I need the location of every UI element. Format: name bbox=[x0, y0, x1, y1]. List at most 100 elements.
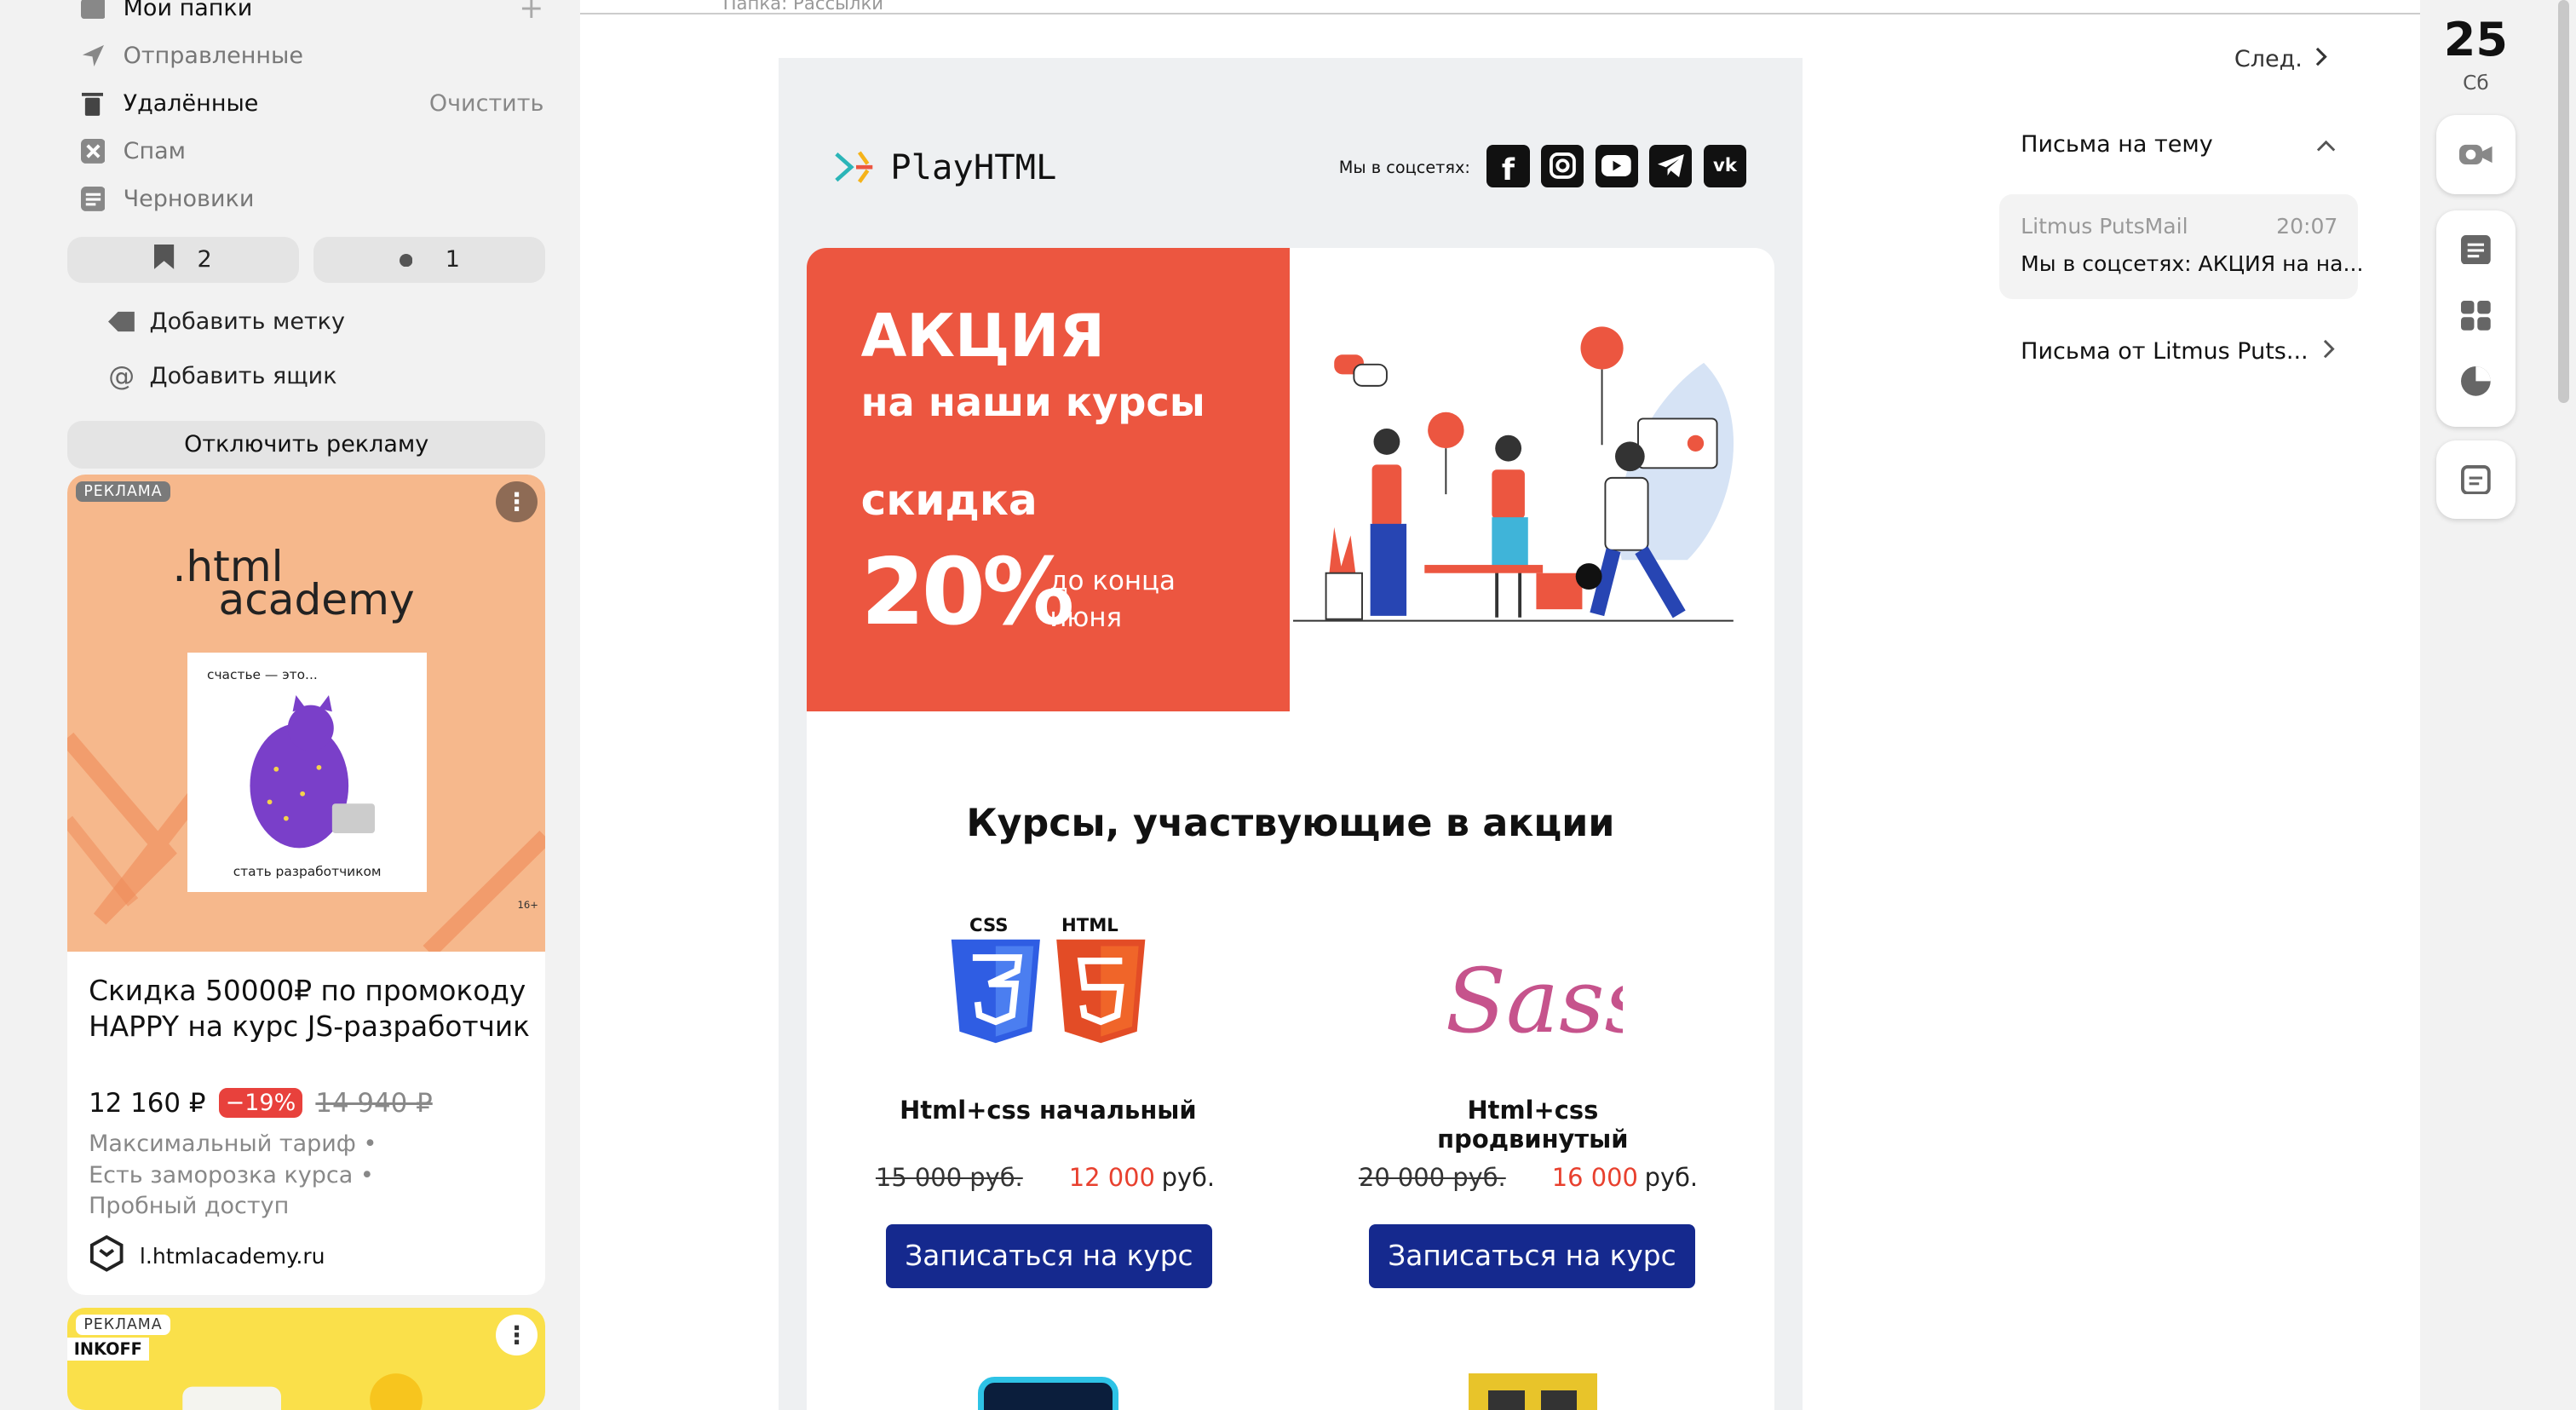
disable-ads-button[interactable]: Отключить рекламу bbox=[67, 420, 546, 469]
thread-sender: Litmus PutsMail bbox=[2021, 213, 2188, 239]
ad-feature: Пробный доступ bbox=[89, 1193, 290, 1220]
ad-feature: Есть заморозка курса • bbox=[89, 1161, 374, 1188]
sass-logo-text: Sass bbox=[1446, 949, 1623, 1053]
apps-group bbox=[2436, 210, 2516, 428]
course-old-price: 15 000 руб. bbox=[875, 1163, 1023, 1193]
youtube-icon[interactable] bbox=[1595, 144, 1638, 187]
thread-time: 20:07 bbox=[2276, 213, 2338, 239]
ad2-image bbox=[182, 1373, 423, 1410]
telegram-icon[interactable] bbox=[1649, 144, 1693, 187]
folder-deleted[interactable]: Удалённые Очистить bbox=[81, 85, 544, 121]
folder-spam[interactable]: Спам bbox=[80, 133, 544, 169]
thread-item[interactable]: Litmus PutsMail 20:07 Мы в соцсетях: АКЦ… bbox=[1999, 193, 2363, 299]
chevron-up-icon bbox=[2316, 131, 2336, 158]
banner-percent: 20% bbox=[860, 539, 1075, 647]
bookmark-icon bbox=[154, 244, 175, 275]
css-html-icon: CSS HTML bbox=[951, 916, 1146, 1044]
trash-icon bbox=[81, 91, 106, 116]
banner-subtitle: на наши курсы bbox=[860, 379, 1205, 426]
instagram-icon[interactable] bbox=[1541, 144, 1584, 187]
add-label-text: Добавить метку bbox=[149, 308, 345, 336]
folder-label: Отправленные bbox=[123, 43, 303, 70]
vk-icon[interactable]: vk bbox=[1703, 144, 1747, 187]
promo-banner: АКЦИЯ на наши курсы скидка 20% до конца … bbox=[806, 248, 1774, 712]
calendar-weekday: Сб bbox=[2463, 72, 2489, 95]
ad-book-top: счастье — это... bbox=[206, 666, 318, 682]
bookmarks-count: 2 bbox=[197, 246, 212, 273]
thread-title: Письма на тему bbox=[2021, 131, 2213, 158]
course-icon-partial bbox=[1469, 1373, 1597, 1410]
add-folder-icon[interactable]: + bbox=[519, 0, 543, 26]
ad-title: Скидка 50000₽ по промокоду HAPPY на курс… bbox=[89, 974, 530, 1044]
course-icon-partial bbox=[977, 1377, 1119, 1410]
course-name: Html+css начальный bbox=[900, 1096, 1197, 1125]
next-email-button[interactable]: След. bbox=[2234, 46, 2329, 72]
add-mailbox-text: Добавить ящик bbox=[149, 363, 337, 390]
video-icon bbox=[2456, 135, 2495, 174]
send-icon bbox=[81, 43, 106, 68]
disk-icon[interactable] bbox=[2456, 361, 2495, 400]
disable-ads-label: Отключить рекламу bbox=[184, 431, 429, 458]
spam-icon bbox=[80, 138, 106, 164]
clear-trash-button[interactable]: Очистить bbox=[429, 90, 544, 117]
folder-sent[interactable]: Отправленные bbox=[81, 37, 544, 73]
logo-text: PlayHTML bbox=[890, 146, 1057, 187]
calendar-day[interactable]: 25 bbox=[2420, 13, 2532, 66]
grid-apps-icon[interactable] bbox=[2456, 296, 2495, 335]
ad-feature: Максимальный тариф • bbox=[89, 1130, 377, 1157]
ad-card-htmlacademy[interactable]: .html academy счастье — это... стать раз… bbox=[67, 475, 546, 1295]
chevron-right-icon bbox=[2315, 46, 2328, 72]
course-name: Html+css продвинутый bbox=[1437, 1096, 1629, 1154]
email-logo[interactable]: PlayHTML bbox=[833, 146, 1057, 187]
unread-dot-icon bbox=[399, 246, 413, 273]
add-mailbox-button[interactable]: @ Добавить ящик bbox=[108, 358, 336, 394]
facebook-icon[interactable]: f bbox=[1486, 144, 1530, 187]
thread-header[interactable]: Письма на тему bbox=[2021, 131, 2336, 158]
enroll-button[interactable]: Записаться на курс bbox=[1368, 1223, 1696, 1288]
drafts-icon bbox=[80, 186, 106, 211]
task-list-icon bbox=[2456, 460, 2495, 499]
ad-menu-icon[interactable]: ⋮ bbox=[496, 481, 538, 523]
folder-drafts[interactable]: Черновики bbox=[80, 181, 544, 216]
folder-label: Спам bbox=[123, 137, 187, 164]
chevron-right-icon bbox=[2323, 338, 2336, 365]
svg-text:HTML: HTML bbox=[1061, 916, 1118, 937]
social-icons: f vk bbox=[1486, 144, 1747, 187]
folder-label: Мои папки bbox=[123, 0, 253, 22]
thread-subject: Мы в соцсетях: АКЦИЯ на на... bbox=[2021, 251, 2364, 277]
banner-title: АКЦИЯ bbox=[860, 302, 1105, 371]
svg-text:CSS: CSS bbox=[969, 916, 1009, 937]
folder-label: Удалённые bbox=[123, 89, 259, 117]
notes-icon[interactable] bbox=[2456, 230, 2495, 269]
course-old-price: 20 000 руб. bbox=[1358, 1163, 1506, 1193]
next-label: След. bbox=[2234, 46, 2303, 72]
emails-from-sender[interactable]: Письма от Litmus Puts... bbox=[2021, 338, 2336, 365]
htmlacademy-favicon-icon bbox=[89, 1235, 124, 1276]
bookmarks-filter[interactable]: 2 bbox=[67, 236, 299, 283]
enroll-button-label: Записаться на курс bbox=[905, 1240, 1193, 1273]
ad-domain-link[interactable]: l.htmlacademy.ru bbox=[89, 1235, 325, 1276]
add-label-button[interactable]: Добавить метку bbox=[108, 304, 345, 340]
ad-book: счастье — это... стать разработчиком bbox=[187, 652, 428, 893]
enroll-button[interactable]: Записаться на курс bbox=[885, 1223, 1213, 1288]
emails-from-label: Письма от Litmus Puts... bbox=[2021, 338, 2309, 365]
sidebar: Мои папки + Отправленные Удалённые Очист… bbox=[0, 0, 580, 1410]
sass-icon: Sass bbox=[1446, 949, 1623, 1053]
telemost-button[interactable] bbox=[2436, 115, 2516, 194]
ad-age: 16+ bbox=[517, 898, 538, 911]
enroll-button-label: Записаться на курс bbox=[1388, 1240, 1676, 1273]
tasks-button[interactable] bbox=[2436, 440, 2516, 520]
ad-badge: РЕКЛАМА bbox=[75, 481, 171, 502]
folder-my-folders[interactable]: Мои папки + bbox=[80, 0, 543, 26]
banner-red-panel: АКЦИЯ на наши курсы скидка 20% до конца … bbox=[806, 248, 1290, 712]
course-new-price: 16 000 bbox=[1551, 1163, 1638, 1193]
course-price-unit: руб. bbox=[1161, 1163, 1216, 1193]
ad-discount-badge: −19% bbox=[218, 1088, 302, 1119]
tag-icon bbox=[108, 310, 138, 333]
scrollbar[interactable] bbox=[2557, 0, 2570, 403]
unread-filter[interactable]: 1 bbox=[313, 236, 546, 283]
ad-badge: РЕКЛАМА bbox=[75, 1314, 171, 1335]
breadcrumb[interactable]: Папка: Рассылки bbox=[723, 0, 883, 14]
ad-menu-icon[interactable]: ⋮ bbox=[496, 1314, 538, 1356]
ad-card-tinkoff[interactable]: РЕКЛАМА INKOFF ⋮ bbox=[67, 1308, 546, 1410]
